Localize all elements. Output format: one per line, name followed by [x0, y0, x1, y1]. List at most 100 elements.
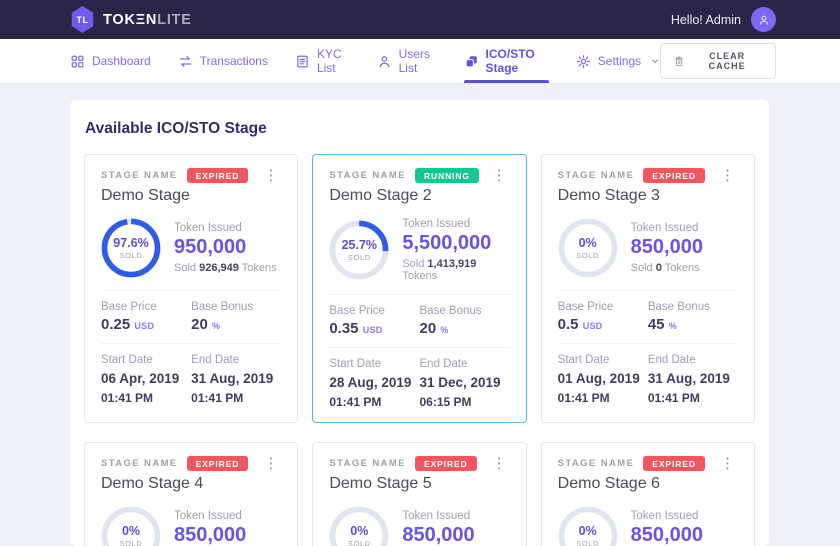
clear-cache-label: CLEAR CACHE [692, 51, 762, 71]
price-unit: USD [583, 321, 603, 331]
stage-grid: STAGE NAME EXPIRED ⋮ Demo Stage 97.6%SOL… [84, 154, 755, 546]
sold-word: Sold [631, 262, 653, 274]
brand-bold-part: TOKΞN [103, 12, 157, 28]
tokens-word: Tokens [665, 262, 700, 274]
status-badge: EXPIRED [187, 168, 249, 183]
sold-progress-ring: 0%SOLD [329, 506, 389, 546]
base-bonus-value: 20 % [420, 320, 510, 337]
start-time: 01:41 PM [558, 391, 610, 405]
bonus-unit: % [212, 321, 220, 331]
end-date-value: 31 Aug, 2019 01:41 PM [648, 370, 731, 408]
brand-name: TOKΞNLITE [103, 12, 192, 28]
token-issued-label: Token Issued [631, 510, 703, 522]
start-date-label: Start Date [329, 358, 419, 370]
card-menu-button[interactable]: ⋮ [260, 456, 281, 471]
tab-transactions[interactable]: Transactions [178, 39, 268, 83]
brand-logo[interactable]: TL TOKΞNLITE [70, 6, 192, 33]
sold-percent: 0% [122, 524, 140, 538]
base-bonus-label: Base Bonus [191, 301, 281, 313]
start-date: 28 Aug, 2019 [329, 375, 411, 390]
tab-kyc-list[interactable]: KYC List [295, 39, 350, 83]
card-menu-button[interactable]: ⋮ [717, 168, 738, 183]
card-menu-button[interactable]: ⋮ [260, 168, 281, 183]
start-time: 01:41 PM [101, 391, 153, 405]
gear-icon [576, 54, 591, 69]
stage-title: Demo Stage 5 [329, 475, 509, 493]
sold-word: Sold [174, 262, 196, 274]
card-menu-button[interactable]: ⋮ [489, 456, 510, 471]
tab-label: Users List [399, 47, 437, 75]
tab-label: ICO/STO Stage [486, 47, 549, 75]
sold-caption: SOLD [576, 539, 599, 546]
end-date: 31 Dec, 2019 [420, 375, 501, 390]
status-badge: EXPIRED [643, 168, 705, 183]
tab-label: Transactions [200, 54, 268, 68]
tab-dashboard[interactable]: Dashboard [70, 39, 151, 83]
user-avatar[interactable] [751, 7, 776, 32]
stage-name-label: STAGE NAME [101, 170, 178, 181]
stage-title: Demo Stage 6 [558, 475, 738, 493]
sold-percent: 25.7% [342, 238, 377, 252]
start-time: 01:41 PM [329, 395, 381, 409]
tokens-word: Tokens [242, 262, 277, 274]
tab-settings[interactable]: Settings [576, 39, 660, 83]
token-issued-value: 850,000 [402, 524, 474, 546]
sold-percent: 0% [579, 524, 597, 538]
card-menu-button[interactable]: ⋮ [489, 168, 510, 183]
sold-progress-ring: 0%SOLD [558, 506, 618, 546]
sold-tokens-value: 1,413,919 [427, 258, 476, 270]
price-number: 0.5 [558, 316, 579, 333]
sold-progress-ring: 25.7%SOLD [329, 220, 389, 280]
sold-tokens-line: Sold 1,413,919 Tokens [402, 258, 509, 282]
user-icon [377, 54, 392, 69]
stage-card: STAGE NAME EXPIRED ⋮ Demo Stage 4 0%SOLD… [84, 442, 298, 546]
stage-name-label: STAGE NAME [329, 170, 406, 181]
sold-caption: SOLD [120, 539, 143, 546]
bonus-number: 20 [191, 316, 208, 333]
sold-caption: SOLD [576, 251, 599, 260]
base-bonus-label: Base Bonus [648, 301, 738, 313]
end-time: 01:41 PM [191, 391, 243, 405]
stage-panel: Available ICO/STO Stage STAGE NAME EXPIR… [70, 100, 769, 546]
stage-name-label: STAGE NAME [329, 458, 406, 469]
tab-users-list[interactable]: Users List [377, 39, 437, 83]
base-price-value: 0.5 USD [558, 316, 648, 333]
sold-percent: 97.6% [113, 236, 148, 250]
start-date-label: Start Date [101, 354, 191, 366]
tokenlite-hex-logo-icon: TL [70, 6, 95, 33]
token-issued-label: Token Issued [174, 510, 246, 522]
base-price-value: 0.25 USD [101, 316, 191, 333]
status-badge: EXPIRED [643, 456, 705, 471]
stage-title: Demo Stage 4 [101, 475, 281, 493]
bonus-number: 20 [420, 320, 437, 337]
bonus-number: 45 [648, 316, 665, 333]
sold-tokens-value: 926,949 [199, 262, 239, 274]
sold-percent: 0% [350, 524, 368, 538]
sold-progress-ring: 0%SOLD [101, 506, 161, 546]
stage-name-label: STAGE NAME [558, 170, 635, 181]
end-time: 01:41 PM [648, 391, 700, 405]
start-date-value: 06 Apr, 2019 01:41 PM [101, 370, 184, 408]
sold-progress-ring: 0%SOLD [558, 218, 618, 278]
start-date-value: 28 Aug, 2019 01:41 PM [329, 374, 412, 412]
tab-ico-sto-stage[interactable]: ICO/STO Stage [464, 39, 549, 83]
token-issued-value: 850,000 [631, 524, 703, 546]
bonus-unit: % [440, 325, 448, 335]
stage-title: Demo Stage [101, 187, 281, 205]
greeting-text: Hello! Admin [671, 13, 741, 27]
tab-label: KYC List [317, 47, 350, 75]
tab-label: Settings [598, 54, 641, 68]
stage-card: STAGE NAME EXPIRED ⋮ Demo Stage 97.6%SOL… [84, 154, 298, 423]
stage-name-label: STAGE NAME [101, 458, 178, 469]
sold-progress-ring: 97.6%SOLD [101, 218, 161, 278]
grid-icon [70, 54, 85, 69]
end-date-value: 31 Aug, 2019 01:41 PM [191, 370, 274, 408]
end-date: 31 Aug, 2019 [191, 371, 273, 386]
status-badge: EXPIRED [415, 456, 477, 471]
stage-card: STAGE NAME RUNNING ⋮ Demo Stage 2 25.7%S… [312, 154, 526, 423]
base-price-label: Base Price [329, 305, 419, 317]
clear-cache-button[interactable]: CLEAR CACHE [660, 43, 776, 79]
token-issued-label: Token Issued [402, 510, 474, 522]
end-date-value: 31 Dec, 2019 06:15 PM [420, 374, 503, 412]
card-menu-button[interactable]: ⋮ [717, 456, 738, 471]
